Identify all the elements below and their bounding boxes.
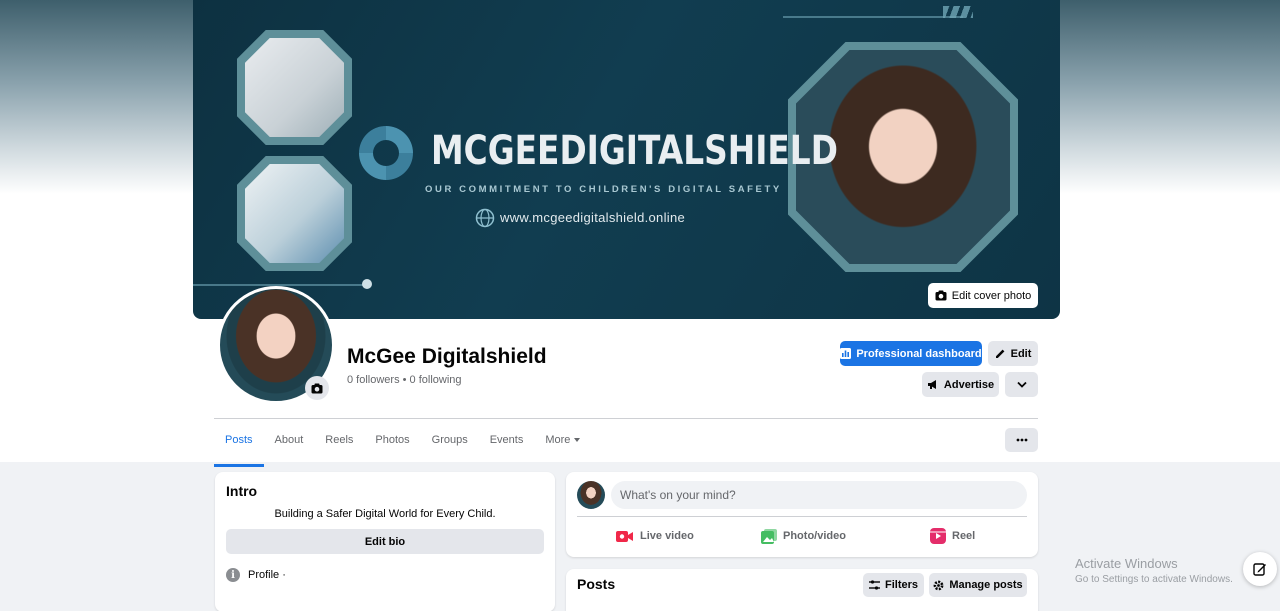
cover-decor-line [783, 16, 963, 18]
reel-icon [930, 528, 946, 544]
brand-name: MCGEEDIGITALSHIELD [431, 128, 838, 174]
photo-video-icon [761, 528, 777, 544]
watermark-line-2: Go to Settings to activate Windows. [1075, 574, 1233, 585]
info-icon: i [226, 568, 240, 582]
tab-photos[interactable]: Photos [364, 426, 420, 461]
tab-posts[interactable]: Posts [214, 426, 264, 467]
filters-button[interactable]: Filters [863, 573, 924, 597]
intro-title: Intro [226, 483, 258, 499]
posts-card: Posts Filters Manage posts [566, 569, 1038, 611]
brand-website: www.mcgeedigitalshield.online [500, 210, 686, 225]
reel-button[interactable]: Reel [930, 522, 975, 550]
edit-page-button[interactable]: Edit [988, 341, 1038, 366]
header-divider [214, 418, 1038, 419]
intro-bio: Building a Safer Digital World for Every… [274, 508, 496, 520]
tab-more[interactable]: More [534, 426, 591, 461]
edit-cover-label: Edit cover photo [951, 289, 1032, 302]
cover-decor-dot [362, 279, 372, 289]
more-actions-dropdown[interactable] [1005, 372, 1038, 397]
chevron-down-icon [1016, 381, 1027, 388]
posts-title: Posts [577, 576, 616, 592]
dashboard-icon [840, 348, 852, 359]
edit-bio-button[interactable]: Edit bio [226, 529, 544, 554]
intro-card: Intro Building a Safer Digital World for… [215, 472, 555, 611]
compose-icon [1253, 563, 1266, 576]
watermark-line-1: Activate Windows [1075, 556, 1178, 571]
globe-icon [475, 208, 495, 228]
composer-divider [577, 516, 1027, 517]
manage-posts-button[interactable]: Manage posts [929, 573, 1027, 597]
tab-reels[interactable]: Reels [314, 426, 364, 461]
filters-icon [868, 580, 880, 590]
page-title: McGee Digitalshield [347, 345, 547, 368]
live-video-icon [616, 530, 633, 542]
manage-posts-label: Manage posts [949, 579, 1023, 591]
tab-groups[interactable]: Groups [421, 426, 479, 461]
megaphone-icon [927, 380, 936, 389]
followers-count: 0 followers • 0 following [347, 374, 462, 386]
cover-photo[interactable]: MCGEEDIGITALSHIELD OUR COMMITMENT TO CHI… [193, 0, 1060, 319]
professional-dashboard-label: Professional dashboard [856, 347, 982, 360]
photo-video-label: Photo/video [783, 530, 846, 542]
composer-avatar [577, 481, 605, 509]
advertise-label: Advertise [943, 378, 995, 391]
ellipsis-icon [1016, 438, 1027, 442]
cover-laptop-image [237, 156, 352, 271]
edit-page-label: Edit [1010, 347, 1032, 360]
filters-label: Filters [884, 579, 918, 591]
tab-about[interactable]: About [264, 426, 315, 461]
tab-events[interactable]: Events [479, 426, 535, 461]
intro-profile-label: Profile · [248, 569, 286, 581]
composer-input[interactable]: What's on your mind? [611, 481, 1027, 509]
camera-icon [935, 290, 947, 301]
tab-more-label: More [545, 434, 571, 446]
live-video-button[interactable]: Live video [616, 522, 694, 550]
intro-profile-row: i Profile · [226, 568, 286, 582]
advertise-button[interactable]: Advertise [922, 372, 999, 397]
cover-decor-bars [943, 6, 973, 18]
reel-label: Reel [952, 530, 976, 542]
caret-down-icon [574, 438, 581, 443]
profile-tabs: Posts About Reels Photos Groups Events M… [214, 426, 591, 467]
tabs-overflow-button[interactable] [1005, 428, 1038, 452]
pencil-icon [995, 349, 1005, 358]
brand-tagline: OUR COMMITMENT TO CHILDREN'S DIGITAL SAF… [425, 184, 782, 195]
update-profile-picture-button[interactable] [305, 376, 329, 400]
gear-icon [933, 580, 944, 590]
post-composer: What's on your mind? Live video Photo/vi… [566, 472, 1038, 557]
edit-cover-photo-button[interactable]: Edit cover photo [928, 283, 1038, 308]
professional-dashboard-button[interactable]: Professional dashboard [840, 341, 982, 366]
live-video-label: Live video [640, 530, 694, 542]
windows-activation-watermark: Activate Windows Go to Settings to activ… [1075, 556, 1233, 585]
camera-icon [311, 383, 323, 393]
photo-video-button[interactable]: Photo/video [761, 522, 846, 550]
brand-logo-icon [359, 126, 413, 180]
new-message-button[interactable] [1243, 552, 1277, 586]
cover-tablet-image [237, 30, 352, 145]
